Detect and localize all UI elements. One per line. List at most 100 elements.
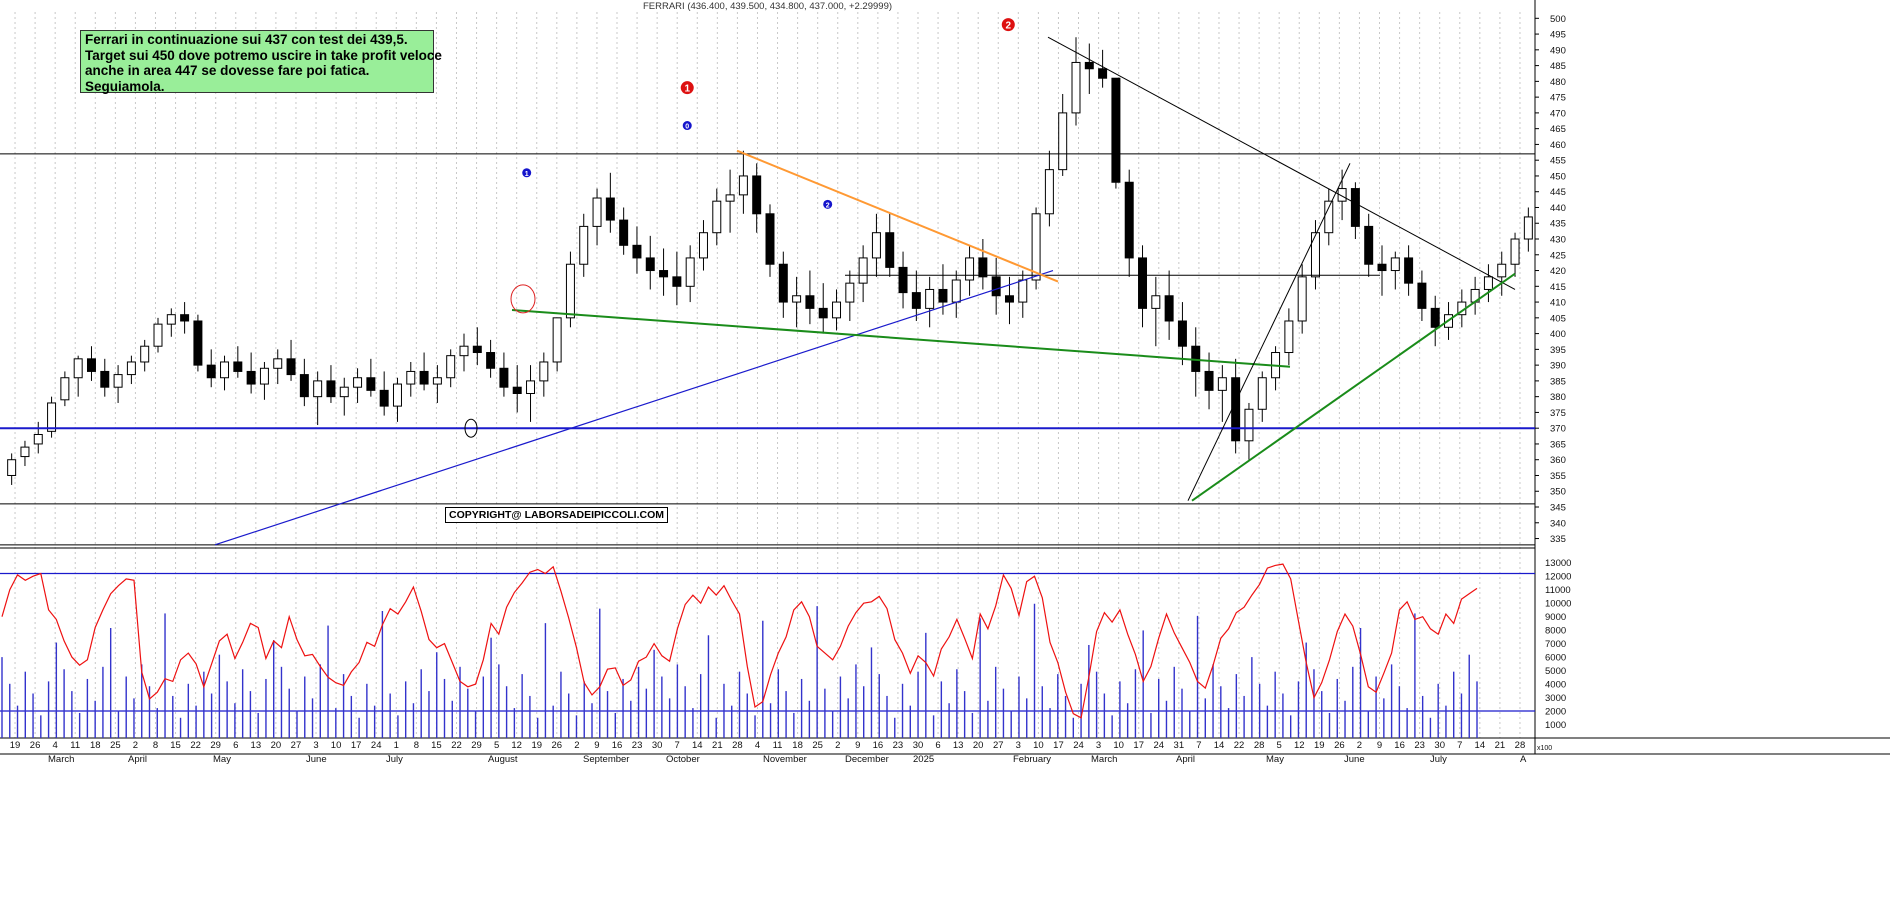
month-label: August (488, 754, 518, 765)
candle-body (871, 232, 881, 259)
candle-body (1124, 181, 1134, 259)
candle-body (592, 197, 602, 227)
candle-body (7, 459, 17, 476)
date-tick-label: 2 (133, 740, 138, 751)
date-tick-label: 26 (30, 740, 41, 751)
candle-body (379, 389, 389, 407)
date-tick-label: 26 (1334, 740, 1345, 751)
month-label: June (1344, 754, 1365, 765)
candle-body (858, 257, 868, 284)
price-tick-label: 340 (1550, 518, 1566, 529)
candle-body (313, 380, 323, 398)
date-tick-label: 30 (913, 740, 924, 751)
date-tick-label: 22 (451, 740, 462, 751)
date-tick-label: 1 (394, 740, 399, 751)
candle-body (1284, 320, 1294, 354)
date-tick-label: 17 (1133, 740, 1144, 751)
candle-body (180, 314, 190, 322)
candle-body (60, 377, 70, 401)
month-label: March (1091, 754, 1117, 765)
candle-body (685, 257, 695, 287)
date-tick-label: 23 (632, 740, 643, 751)
chart-root: FERRARI (436.400, 439.500, 434.800, 437.… (0, 0, 1890, 903)
osc-tick-label: 9000 (1545, 612, 1566, 623)
candle-body (805, 295, 815, 309)
date-tick-label: 9 (1377, 740, 1382, 751)
date-tick-label: 25 (110, 740, 121, 751)
date-tick-label: 10 (1033, 740, 1044, 751)
candle-body (286, 358, 296, 376)
candle-body (20, 446, 30, 458)
date-tick-label: 28 (1515, 740, 1526, 751)
candle-body (392, 383, 402, 407)
candle-body (698, 232, 708, 259)
date-tick-label: 17 (1053, 740, 1064, 751)
candle-body (951, 279, 961, 303)
chart-svg: 11022 5004954904854804754704654604554504… (0, 0, 1890, 765)
price-tick-label: 365 (1550, 439, 1566, 450)
date-tick-label: 6 (233, 740, 238, 751)
month-label: September (583, 754, 629, 765)
date-tick-label: 29 (210, 740, 221, 751)
osc-unit-label: x100 (1537, 745, 1552, 752)
price-tick-label: 380 (1550, 392, 1566, 403)
candle-body (206, 364, 216, 379)
price-tick-label: 395 (1550, 345, 1566, 356)
month-label: June (306, 754, 327, 765)
date-tick-label: 6 (935, 740, 940, 751)
candle-body (1151, 295, 1161, 309)
date-tick-label: 27 (291, 740, 302, 751)
price-tick-label: 335 (1550, 534, 1566, 545)
candle-body (778, 263, 788, 303)
date-tick-label: 13 (251, 740, 262, 751)
candle-body (459, 345, 469, 357)
candle-body (1217, 377, 1227, 391)
month-label: April (128, 754, 147, 765)
candle-body (1138, 257, 1148, 309)
osc-tick-label: 5000 (1545, 666, 1566, 677)
price-tick-label: 460 (1550, 140, 1566, 151)
candle-body (579, 225, 589, 265)
date-tick-label: 5 (1277, 740, 1282, 751)
date-tick-label: 20 (271, 740, 282, 751)
wave-label: 0 (685, 124, 689, 131)
candle-body (472, 345, 482, 354)
candle-body (632, 244, 642, 259)
date-tick-label: 30 (652, 740, 663, 751)
price-tick-label: 410 (1550, 298, 1566, 309)
date-tick-label: 12 (1294, 740, 1305, 751)
date-tick-label: 2 (835, 740, 840, 751)
date-tick-label: 7 (1457, 740, 1462, 751)
date-tick-label: 7 (675, 740, 680, 751)
price-tick-label: 345 (1550, 503, 1566, 514)
candle-body (712, 200, 722, 234)
date-tick-label: 10 (331, 740, 342, 751)
candle-body (73, 358, 83, 379)
candle-body (1084, 61, 1094, 70)
date-tick-label: 19 (531, 740, 542, 751)
candle-body (991, 276, 1001, 297)
candle-body (1510, 238, 1520, 265)
price-tick-label: 480 (1550, 77, 1566, 88)
price-tick-label: 400 (1550, 329, 1566, 340)
candle-body (1297, 276, 1307, 322)
candle-body (153, 323, 163, 347)
candle-body (193, 320, 203, 366)
osc-layer (0, 563, 1535, 738)
candle-body (978, 257, 988, 278)
candle-body (140, 345, 150, 363)
candle-body (1483, 276, 1493, 290)
price-tick-label: 500 (1550, 14, 1566, 25)
candle-body (273, 358, 283, 369)
candle-body (1350, 188, 1360, 227)
candle-body (1018, 279, 1028, 303)
candle-body (1044, 169, 1054, 215)
month-label: May (1266, 754, 1284, 765)
axis-layer: 5004954904854804754704654604554504454404… (10, 14, 1572, 765)
date-tick-label: 16 (612, 740, 623, 751)
osc-tick-label: 3000 (1545, 693, 1566, 704)
candle-body (166, 314, 176, 325)
price-tick-label: 430 (1550, 235, 1566, 246)
date-tick-label: 14 (1475, 740, 1486, 751)
date-tick-label: 21 (1495, 740, 1506, 751)
